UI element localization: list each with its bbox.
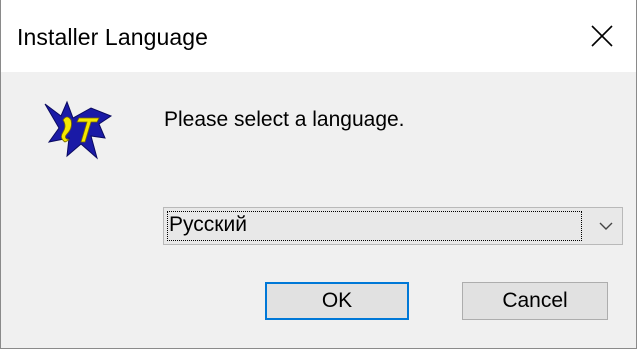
cancel-button[interactable]: Cancel [462, 282, 608, 320]
installer-language-dialog: Installer Language Please select a langu… [0, 0, 637, 349]
installer-logo-icon [44, 100, 113, 160]
window-title: Installer Language [17, 24, 209, 50]
selected-language: Русский [169, 213, 247, 236]
language-select[interactable]: Русский [163, 207, 623, 245]
close-button[interactable] [568, 0, 636, 72]
chevron-down-icon [599, 222, 613, 230]
language-prompt: Please select a language. [164, 108, 405, 131]
ok-button[interactable]: OK [265, 282, 409, 320]
title-bar: Installer Language [1, 0, 636, 72]
close-icon [591, 25, 613, 47]
